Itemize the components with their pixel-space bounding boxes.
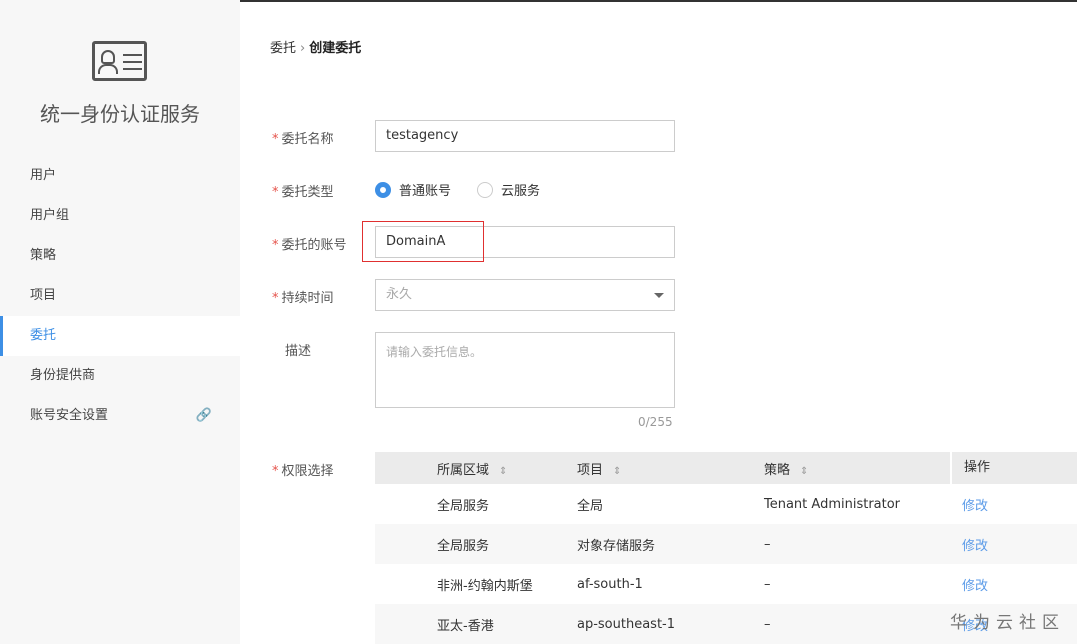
cell-policy: – — [752, 577, 950, 592]
modify-link[interactable]: 修改 — [962, 579, 988, 594]
cell-policy: Tenant Administrator — [752, 497, 950, 512]
cell-policy: – — [752, 537, 950, 552]
id-card-icon — [92, 41, 147, 81]
watermark: 华为云社区 — [950, 608, 1065, 633]
table-row: 全局服务全局Tenant Administrator 修改 — [375, 484, 1077, 524]
header-policy[interactable]: 策略⇕ — [752, 459, 950, 478]
header-project[interactable]: 项目⇕ — [565, 459, 752, 478]
sort-icon: ⇕ — [800, 466, 808, 477]
sidebar-item-user-groups[interactable]: 用户组 — [0, 196, 240, 236]
link-icon: 🔗 — [196, 396, 212, 436]
sidebar: 统一身份认证服务 用户 用户组 策略 项目 委托 身份提供商 账号安全设置 🔗 — [0, 0, 240, 644]
sidebar-item-identity-providers[interactable]: 身份提供商 — [0, 356, 240, 396]
radio-checked-icon — [375, 182, 391, 198]
sort-icon: ⇕ — [499, 466, 507, 477]
sidebar-item-agencies[interactable]: 委托 — [0, 316, 240, 356]
breadcrumb: 委托 › 创建委托 — [270, 37, 361, 56]
radio-label: 云服务 — [501, 180, 540, 199]
sidebar-item-label: 账号安全设置 — [30, 408, 108, 423]
agency-name-input[interactable]: testagency — [375, 120, 675, 152]
breadcrumb-parent[interactable]: 委托 — [270, 41, 296, 56]
header-action: 操作 — [950, 452, 1077, 484]
radio-label: 普通账号 — [399, 180, 451, 199]
sidebar-item-users[interactable]: 用户 — [0, 156, 240, 196]
cell-project: 对象存储服务 — [565, 535, 752, 554]
cell-region: 亚太-香港 — [425, 615, 565, 634]
chevron-down-icon — [654, 293, 664, 298]
cell-project: 全局 — [565, 495, 752, 514]
breadcrumb-current: 创建委托 — [309, 41, 361, 56]
radio-regular-account[interactable]: 普通账号 — [375, 180, 451, 199]
duration-select[interactable]: 永久 — [375, 279, 675, 311]
permission-label: *权限选择 — [272, 460, 334, 479]
sidebar-item-policies[interactable]: 策略 — [0, 236, 240, 276]
cell-project: af-south-1 — [565, 577, 752, 592]
sidebar-item-account-security[interactable]: 账号安全设置 🔗 — [0, 396, 240, 436]
table-row: 非洲-约翰内斯堡af-south-1–修改 — [375, 564, 1077, 604]
duration-value: 永久 — [386, 287, 412, 302]
type-label: *委托类型 — [272, 181, 334, 200]
cell-region: 全局服务 — [425, 495, 565, 514]
radio-unchecked-icon — [477, 182, 493, 198]
name-label: *委托名称 — [272, 128, 334, 147]
table-row: 全局服务对象存储服务–修改 — [375, 524, 1077, 564]
description-textarea[interactable]: 请输入委托信息。 — [375, 332, 675, 408]
cell-policy: – — [752, 617, 950, 632]
highlight-box — [362, 221, 484, 262]
service-title: 统一身份认证服务 — [0, 98, 240, 127]
description-label: 描述 — [285, 340, 311, 359]
sidebar-nav: 用户 用户组 策略 项目 委托 身份提供商 账号安全设置 🔗 — [0, 156, 240, 436]
char-counter: 0/255 — [638, 415, 673, 429]
modify-link[interactable]: 修改 — [962, 539, 988, 554]
header-region[interactable]: 所属区域⇕ — [425, 459, 565, 478]
cell-region: 全局服务 — [425, 535, 565, 554]
top-border — [240, 0, 1077, 2]
sidebar-item-projects[interactable]: 项目 — [0, 276, 240, 316]
cell-project: ap-southeast-1 — [565, 617, 752, 632]
account-label: *委托的账号 — [272, 234, 347, 253]
cell-region: 非洲-约翰内斯堡 — [425, 575, 565, 594]
table-header: 所属区域⇕ 项目⇕ 策略⇕ 操作 — [375, 452, 1077, 484]
duration-label: *持续时间 — [272, 287, 334, 306]
sort-icon: ⇕ — [613, 466, 621, 477]
breadcrumb-separator: › — [300, 41, 305, 56]
modify-link[interactable]: 修改 — [962, 499, 988, 514]
radio-cloud-service[interactable]: 云服务 — [477, 180, 540, 199]
